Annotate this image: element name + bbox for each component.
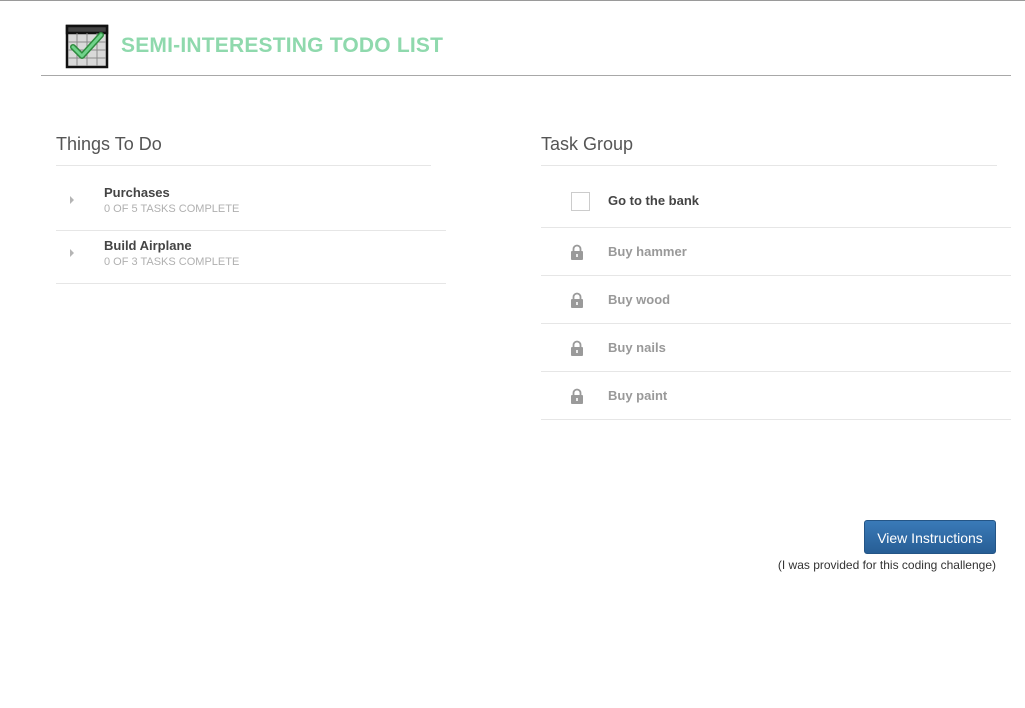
things-to-do-title: Things To Do bbox=[56, 131, 431, 166]
view-instructions-button[interactable]: View Instructions bbox=[864, 520, 996, 554]
caret-right-icon bbox=[70, 196, 74, 204]
lock-icon bbox=[571, 244, 583, 260]
group-progress: 0 OF 3 TASKS COMPLETE bbox=[104, 256, 240, 268]
task-label: Buy paint bbox=[608, 388, 668, 403]
group-item-build-airplane[interactable]: Build Airplane 0 OF 3 TASKS COMPLETE bbox=[56, 231, 446, 284]
lock-icon bbox=[571, 388, 583, 404]
task-buy-paint: Buy paint bbox=[541, 372, 1011, 420]
group-name: Build Airplane bbox=[104, 238, 192, 253]
task-buy-wood: Buy wood bbox=[541, 276, 1011, 324]
group-progress: 0 OF 5 TASKS COMPLETE bbox=[104, 203, 240, 215]
task-checkbox[interactable] bbox=[571, 192, 590, 211]
checklist-calendar-icon bbox=[65, 24, 109, 69]
caret-right-icon bbox=[70, 249, 74, 257]
task-buy-hammer: Buy hammer bbox=[541, 228, 1011, 276]
group-name: Purchases bbox=[104, 185, 170, 200]
app-title: SEMI-INTERESTING TODO LIST bbox=[121, 34, 444, 57]
things-to-do-panel: Things To Do Purchases 0 OF 5 TASKS COMP… bbox=[56, 131, 446, 284]
task-go-to-the-bank[interactable]: Go to the bank bbox=[541, 166, 1011, 228]
task-label: Go to the bank bbox=[608, 193, 699, 208]
group-item-purchases[interactable]: Purchases 0 OF 5 TASKS COMPLETE bbox=[56, 178, 446, 231]
app-header: SEMI-INTERESTING TODO LIST bbox=[41, 1, 1011, 76]
lock-icon bbox=[571, 340, 583, 356]
lock-icon bbox=[571, 292, 583, 308]
task-group-panel: Task Group Go to the bank Buy hammer Buy… bbox=[541, 131, 1011, 420]
task-label: Buy hammer bbox=[608, 244, 687, 259]
task-group-title: Task Group bbox=[541, 131, 997, 166]
task-buy-nails: Buy nails bbox=[541, 324, 1011, 372]
task-label: Buy wood bbox=[608, 292, 671, 307]
task-label: Buy nails bbox=[608, 340, 666, 355]
instructions-note: (I was provided for this coding challeng… bbox=[777, 558, 996, 572]
task-group-list: Purchases 0 OF 5 TASKS COMPLETE Build Ai… bbox=[56, 178, 446, 284]
